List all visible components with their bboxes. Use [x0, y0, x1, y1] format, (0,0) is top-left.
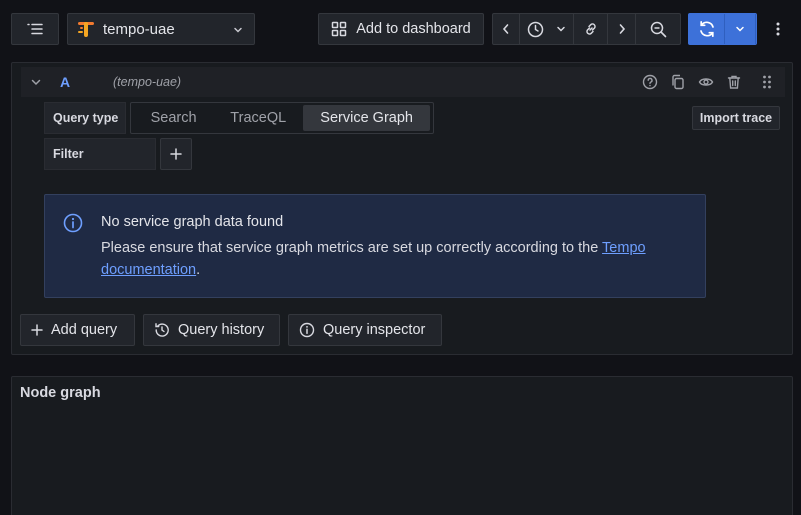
- drag-handle-icon[interactable]: [759, 74, 775, 90]
- query-type-radio-group: Search TraceQL Service Graph: [130, 102, 434, 134]
- refresh-interval-dropdown[interactable]: [725, 14, 756, 44]
- dashboard-grid-icon: [331, 21, 347, 37]
- time-picker-button[interactable]: [520, 14, 574, 44]
- add-filter-button[interactable]: [160, 138, 192, 170]
- toggle-queries-button[interactable]: [11, 13, 59, 45]
- query-type-label: Query type: [44, 102, 126, 134]
- add-to-dashboard-label: Add to dashboard: [356, 21, 471, 37]
- datasource-picker[interactable]: tempo-uae: [67, 13, 255, 45]
- query-inspector-button[interactable]: Query inspector: [288, 314, 442, 346]
- chevron-down-icon: [556, 24, 566, 34]
- time-shift-forward-button[interactable]: [608, 14, 636, 44]
- node-graph-title: Node graph: [20, 385, 101, 401]
- query-type-option-traceql[interactable]: TraceQL: [215, 105, 301, 131]
- time-shift-back-button[interactable]: [493, 14, 520, 44]
- datasource-name: tempo-uae: [103, 20, 175, 38]
- chevron-left-icon: [501, 23, 511, 35]
- filter-label: Filter: [44, 138, 156, 170]
- chevron-down-icon: [735, 24, 745, 34]
- plus-icon: [31, 324, 43, 336]
- menu-lines-icon: [27, 23, 43, 35]
- query-ref-id[interactable]: A: [60, 74, 70, 90]
- add-to-dashboard-button[interactable]: Add to dashboard: [318, 13, 484, 45]
- trash-icon[interactable]: [726, 74, 742, 90]
- collapse-chevron-icon[interactable]: [29, 75, 43, 89]
- tempo-docs-link[interactable]: Tempo: [602, 240, 646, 256]
- import-trace-button[interactable]: Import trace: [692, 106, 780, 130]
- alert-title: No service graph data found: [101, 214, 284, 230]
- query-history-button[interactable]: Query history: [143, 314, 280, 346]
- time-range-controls: [492, 13, 681, 45]
- node-graph-panel: [11, 376, 793, 515]
- link-icon: [583, 21, 599, 37]
- chevron-right-icon: [617, 23, 627, 35]
- history-icon: [154, 322, 170, 338]
- query-type-option-search[interactable]: Search: [134, 105, 213, 131]
- tempo-logo-icon: [77, 20, 95, 38]
- run-query-button[interactable]: [689, 14, 725, 44]
- refresh-controls: [688, 13, 757, 45]
- chevron-down-icon: [232, 24, 244, 36]
- add-query-button[interactable]: Add query: [20, 314, 135, 346]
- query-type-option-service-graph[interactable]: Service Graph: [303, 105, 430, 131]
- query-inspector-label: Query inspector: [323, 322, 426, 338]
- alert-body: Please ensure that service graph metrics…: [101, 237, 691, 281]
- clock-history-icon: [527, 21, 544, 38]
- copy-icon[interactable]: [670, 74, 686, 90]
- alert-body-suffix: .: [196, 262, 201, 278]
- tempo-docs-link-continued[interactable]: documentation: [101, 262, 196, 278]
- query-history-label: Query history: [178, 322, 265, 338]
- sync-icon: [698, 20, 716, 38]
- eye-icon[interactable]: [698, 74, 714, 90]
- alert-body-text: Please ensure that service graph metrics…: [101, 240, 603, 256]
- kebab-vertical-icon: [776, 22, 780, 36]
- query-datasource-label: (tempo-uae): [113, 75, 182, 89]
- copy-link-button[interactable]: [574, 14, 608, 44]
- info-circle-icon: [63, 213, 83, 233]
- zoom-out-button[interactable]: [636, 14, 680, 44]
- zoom-out-icon: [650, 21, 667, 38]
- add-query-label: Add query: [51, 322, 118, 338]
- info-circle-icon: [299, 322, 315, 338]
- plus-icon: [170, 148, 182, 160]
- more-options-button[interactable]: [768, 13, 788, 45]
- help-icon[interactable]: [642, 74, 658, 90]
